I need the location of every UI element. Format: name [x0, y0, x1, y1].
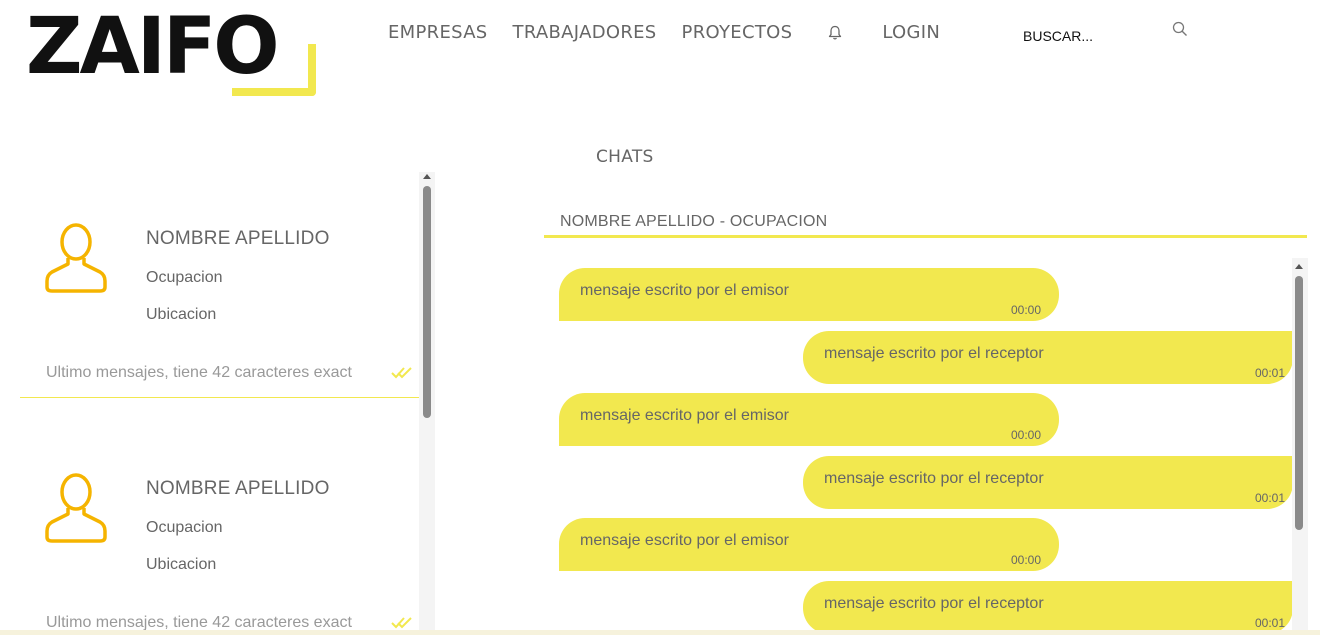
- scrollbar-thumb[interactable]: [423, 186, 431, 418]
- message-bubble-received: mensaje escrito por el receptor 00:01: [803, 456, 1293, 509]
- logo[interactable]: ZAIFO: [26, 2, 326, 100]
- contact-card[interactable]: NOMBRE APELLIDO Ocupacion Ubicacion Ulti…: [20, 422, 420, 635]
- message-text: mensaje escrito por el receptor: [824, 470, 1044, 487]
- contact-list-scrollbar[interactable]: [419, 172, 435, 635]
- message-bubble-sent: mensaje escrito por el emisor 00:00: [559, 518, 1059, 571]
- chat-header: NOMBRE APELLIDO - OCUPACION: [544, 207, 1307, 238]
- message-time: 00:00: [1010, 553, 1041, 567]
- message-text: mensaje escrito por el receptor: [824, 595, 1044, 612]
- contact-location: Ubicacion: [146, 556, 217, 573]
- double-check-icon: [391, 367, 412, 379]
- message-text: mensaje escrito por el emisor: [580, 532, 789, 549]
- message-time: 00:01: [1254, 616, 1285, 630]
- message-time: 00:01: [1254, 366, 1285, 380]
- nav-trabajadores[interactable]: TRABAJADORES: [513, 22, 657, 43]
- bell-icon[interactable]: [826, 24, 844, 42]
- logo-bracket-accent: [232, 44, 316, 96]
- contact-occupation: Ocupacion: [146, 519, 223, 536]
- page-title: CHATS: [596, 147, 654, 167]
- message-text: mensaje escrito por el receptor: [824, 345, 1044, 362]
- user-avatar-icon: [45, 473, 107, 543]
- scroll-up-arrow-icon[interactable]: [423, 174, 431, 179]
- message-bubble-sent: mensaje escrito por el emisor 00:00: [559, 393, 1059, 446]
- contact-name: NOMBRE APELLIDO: [146, 478, 330, 499]
- scroll-up-arrow-icon[interactable]: [1295, 264, 1303, 269]
- message-bubble-received: mensaje escrito por el receptor 00:01: [803, 581, 1293, 634]
- chat-header-title: NOMBRE APELLIDO - OCUPACION: [560, 213, 828, 230]
- message-time: 00:00: [1010, 303, 1041, 317]
- contact-occupation: Ocupacion: [146, 269, 223, 286]
- contact-location: Ubicacion: [146, 306, 217, 323]
- message-text: mensaje escrito por el emisor: [580, 407, 789, 424]
- message-bubble-received: mensaje escrito por el receptor 00:01: [803, 331, 1293, 384]
- double-check-icon: [391, 617, 412, 629]
- nav-proyectos[interactable]: PROYECTOS: [682, 22, 793, 43]
- contact-last-message: Ultimo mensajes, tiene 42 caracteres exa…: [46, 364, 352, 381]
- message-bubble-sent: mensaje escrito por el emisor 00:00: [559, 268, 1059, 321]
- message-text: mensaje escrito por el emisor: [580, 282, 789, 299]
- contact-name: NOMBRE APELLIDO: [146, 228, 330, 249]
- message-time: 00:00: [1010, 428, 1041, 442]
- main-nav: EMPRESAS TRABAJADORES PROYECTOS LOGIN: [388, 22, 940, 43]
- message-list-scrollbar[interactable]: [1292, 258, 1308, 635]
- nav-empresas[interactable]: EMPRESAS: [388, 22, 488, 43]
- search-icon[interactable]: [1171, 20, 1189, 38]
- page-bottom-edge: [0, 630, 1320, 635]
- message-list: mensaje escrito por el emisor 00:00 mens…: [544, 258, 1320, 635]
- scrollbar-thumb[interactable]: [1295, 276, 1303, 530]
- contact-card[interactable]: NOMBRE APELLIDO Ocupacion Ubicacion Ulti…: [20, 172, 420, 398]
- message-time: 00:01: [1254, 491, 1285, 505]
- search-input[interactable]: BUSCAR...: [1023, 28, 1093, 44]
- user-avatar-icon: [45, 223, 107, 293]
- contact-list: NOMBRE APELLIDO Ocupacion Ubicacion Ulti…: [20, 172, 435, 635]
- nav-login[interactable]: LOGIN: [882, 22, 940, 43]
